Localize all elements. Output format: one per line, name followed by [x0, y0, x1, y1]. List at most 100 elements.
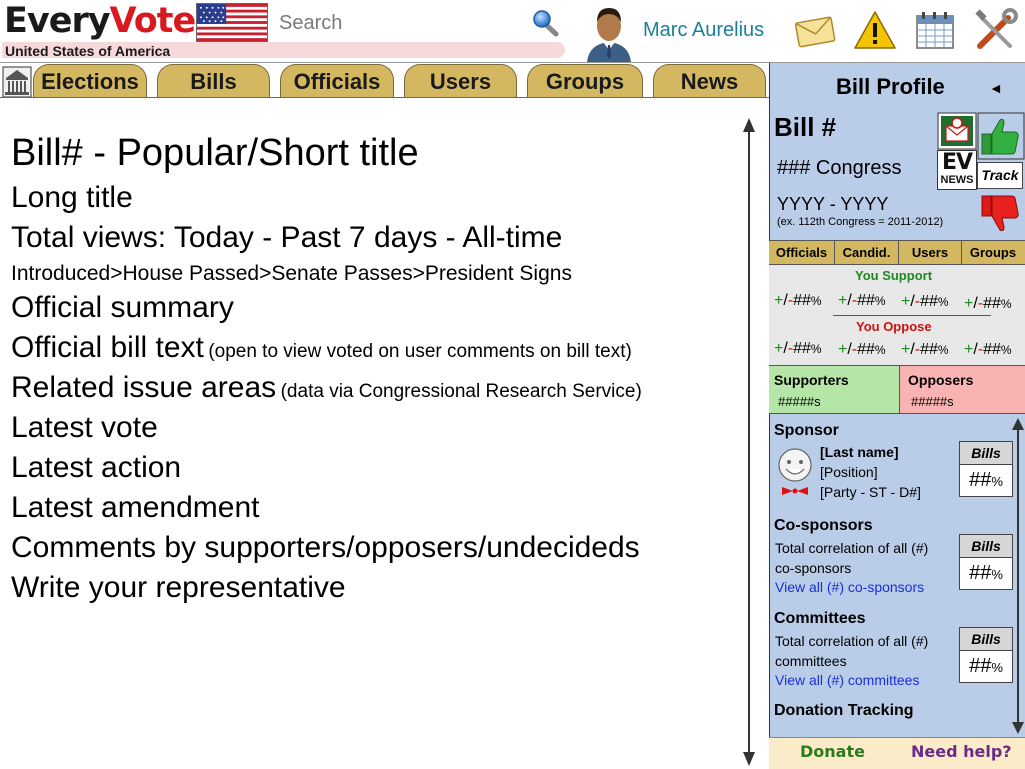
- username-link[interactable]: Marc Aurelius: [643, 19, 764, 42]
- bills-label: Bills: [960, 628, 1012, 651]
- stat-tab-users[interactable]: Users: [899, 241, 962, 264]
- opposers-box[interactable]: Opposers #####s: [900, 366, 1025, 414]
- latest-amendment-link[interactable]: Latest amendment: [11, 491, 259, 525]
- related-issues-link[interactable]: Related issue areas: [11, 371, 276, 404]
- search-input[interactable]: Search: [279, 12, 342, 35]
- panel-scrollbar[interactable]: [1012, 418, 1024, 734]
- ev-news-news: NEWS: [940, 174, 974, 186]
- write-representative-link[interactable]: Write your representative: [11, 571, 346, 605]
- congress-number: ### Congress: [777, 157, 902, 179]
- ev-news-icon[interactable]: EV NEWS: [937, 150, 977, 190]
- stat-tabs: Officials Candid. Users Groups: [769, 240, 1025, 265]
- track-button[interactable]: Track: [977, 162, 1023, 189]
- stat-tab-officials[interactable]: Officials: [769, 241, 835, 264]
- cosponsors-line1: Total correlation of all (#): [775, 540, 929, 556]
- support-candidates-pct: +/-##%: [838, 292, 886, 309]
- opposers-count: #####s: [911, 394, 954, 409]
- stat-divider: [833, 315, 991, 316]
- official-summary-link[interactable]: Official summary: [11, 291, 234, 325]
- donation-tracking-heading[interactable]: Donation Tracking: [774, 702, 914, 720]
- thumbs-up-icon[interactable]: [977, 112, 1025, 160]
- long-title[interactable]: Long title: [11, 181, 133, 215]
- tab-news[interactable]: News: [653, 64, 766, 98]
- email-share-icon[interactable]: [937, 112, 977, 150]
- tab-divider: [0, 97, 769, 98]
- sponsor-position: [Position]: [820, 464, 878, 480]
- official-bill-text-row[interactable]: Official bill text (open to view voted o…: [11, 331, 632, 365]
- cosponsors-bills-box[interactable]: Bills ##%: [959, 534, 1013, 590]
- view-all-committees-link[interactable]: View all (#) committees: [775, 672, 919, 688]
- search-icon[interactable]: [529, 8, 563, 38]
- thumbs-down-icon[interactable]: [977, 190, 1025, 238]
- bill-progress: Introduced>House Passed>Senate Passes>Pr…: [11, 262, 572, 285]
- oppose-groups-pct: +/-##%: [964, 341, 1012, 358]
- support-officials-pct: +/-##%: [774, 292, 822, 309]
- tab-users[interactable]: Users: [404, 64, 517, 98]
- everyvote-logo[interactable]: EveryVote: [4, 0, 197, 42]
- opposers-label: Opposers: [908, 372, 974, 388]
- bills-label: Bills: [960, 535, 1012, 558]
- supporters-count: #####s: [778, 394, 821, 409]
- ev-news-ev: EV: [941, 150, 973, 175]
- tools-icon[interactable]: [972, 8, 1018, 54]
- view-all-cosponsors-link[interactable]: View all (#) co-sponsors: [775, 579, 924, 595]
- panel-title: Bill Profile: [836, 74, 945, 99]
- need-help-link[interactable]: Need help?: [911, 742, 1012, 761]
- main-scrollbar[interactable]: [743, 118, 755, 766]
- calendar-icon[interactable]: [912, 8, 958, 54]
- stat-tab-groups[interactable]: Groups: [962, 241, 1024, 264]
- total-views: Total views: Today - Past 7 days - All-t…: [11, 221, 563, 254]
- top-header: EveryVote United States of America Searc…: [0, 0, 1025, 63]
- bill-title: Bill# - Popular/Short title: [11, 132, 419, 174]
- latest-vote-link[interactable]: Latest vote: [11, 411, 158, 445]
- congress-years-note: (ex. 112th Congress = 2011-2012): [777, 216, 944, 228]
- oppose-users-pct: +/-##%: [901, 341, 949, 358]
- you-support-label: You Support: [855, 268, 933, 283]
- bills-value: ##%: [969, 655, 1003, 677]
- envelope-icon[interactable]: [792, 8, 838, 54]
- supporters-label: Supporters: [774, 372, 849, 388]
- bill-text-note: (open to view voted on user comments on …: [208, 341, 632, 362]
- donate-button[interactable]: Donate: [800, 742, 865, 761]
- official-bill-text-link[interactable]: Official bill text: [11, 331, 204, 364]
- tab-bills[interactable]: Bills: [157, 64, 270, 98]
- committees-line2: committees: [775, 653, 847, 669]
- sponsor-party: [Party - ST - D#]: [820, 484, 921, 500]
- supporters-box[interactable]: Supporters #####s: [769, 366, 900, 414]
- support-users-pct: +/-##%: [901, 293, 949, 310]
- logo-vote: Vote: [109, 1, 197, 41]
- stat-tab-candidates[interactable]: Candid.: [835, 241, 899, 264]
- oppose-officials-pct: +/-##%: [774, 340, 822, 357]
- bill-number: Bill #: [774, 112, 837, 142]
- bills-label: Bills: [960, 442, 1012, 465]
- logo-every: Every: [4, 1, 111, 41]
- latest-action-link[interactable]: Latest action: [11, 451, 181, 485]
- committees-line1: Total correlation of all (#): [775, 633, 929, 649]
- committees-bills-box[interactable]: Bills ##%: [959, 627, 1013, 683]
- tab-groups[interactable]: Groups: [527, 64, 643, 98]
- tab-officials[interactable]: Officials: [280, 64, 394, 98]
- comments-link[interactable]: Comments by supporters/opposers/undecide…: [11, 531, 640, 565]
- cosponsors-line2: co-sponsors: [775, 560, 852, 576]
- sponsor-avatar[interactable]: [776, 447, 814, 499]
- sponsor-last-name[interactable]: [Last name]: [820, 444, 899, 460]
- user-avatar[interactable]: [583, 4, 635, 62]
- congress-years: YYYY - YYYY: [777, 194, 889, 214]
- us-flag-icon[interactable]: [196, 3, 268, 42]
- support-groups-pct: +/-##%: [964, 295, 1012, 312]
- warning-icon[interactable]: [852, 8, 898, 54]
- you-oppose-label: You Oppose: [856, 319, 932, 334]
- sponsor-bills-box[interactable]: Bills ##%: [959, 441, 1013, 497]
- committees-heading: Committees: [774, 610, 866, 627]
- cosponsors-heading: Co-sponsors: [774, 517, 873, 534]
- country-label[interactable]: United States of America: [5, 43, 170, 59]
- sponsor-heading: Sponsor: [774, 422, 839, 439]
- related-issues-row[interactable]: Related issue areas (data via Congressio…: [11, 371, 642, 405]
- issues-note: (data via Congressional Research Service…: [280, 381, 642, 402]
- capitol-building-icon[interactable]: [2, 66, 32, 98]
- bills-value: ##%: [969, 469, 1003, 491]
- tab-elections[interactable]: Elections: [33, 64, 147, 98]
- oppose-candidates-pct: +/-##%: [838, 341, 886, 358]
- bills-value: ##%: [969, 562, 1003, 584]
- collapse-panel-icon[interactable]: ◄: [989, 80, 1003, 96]
